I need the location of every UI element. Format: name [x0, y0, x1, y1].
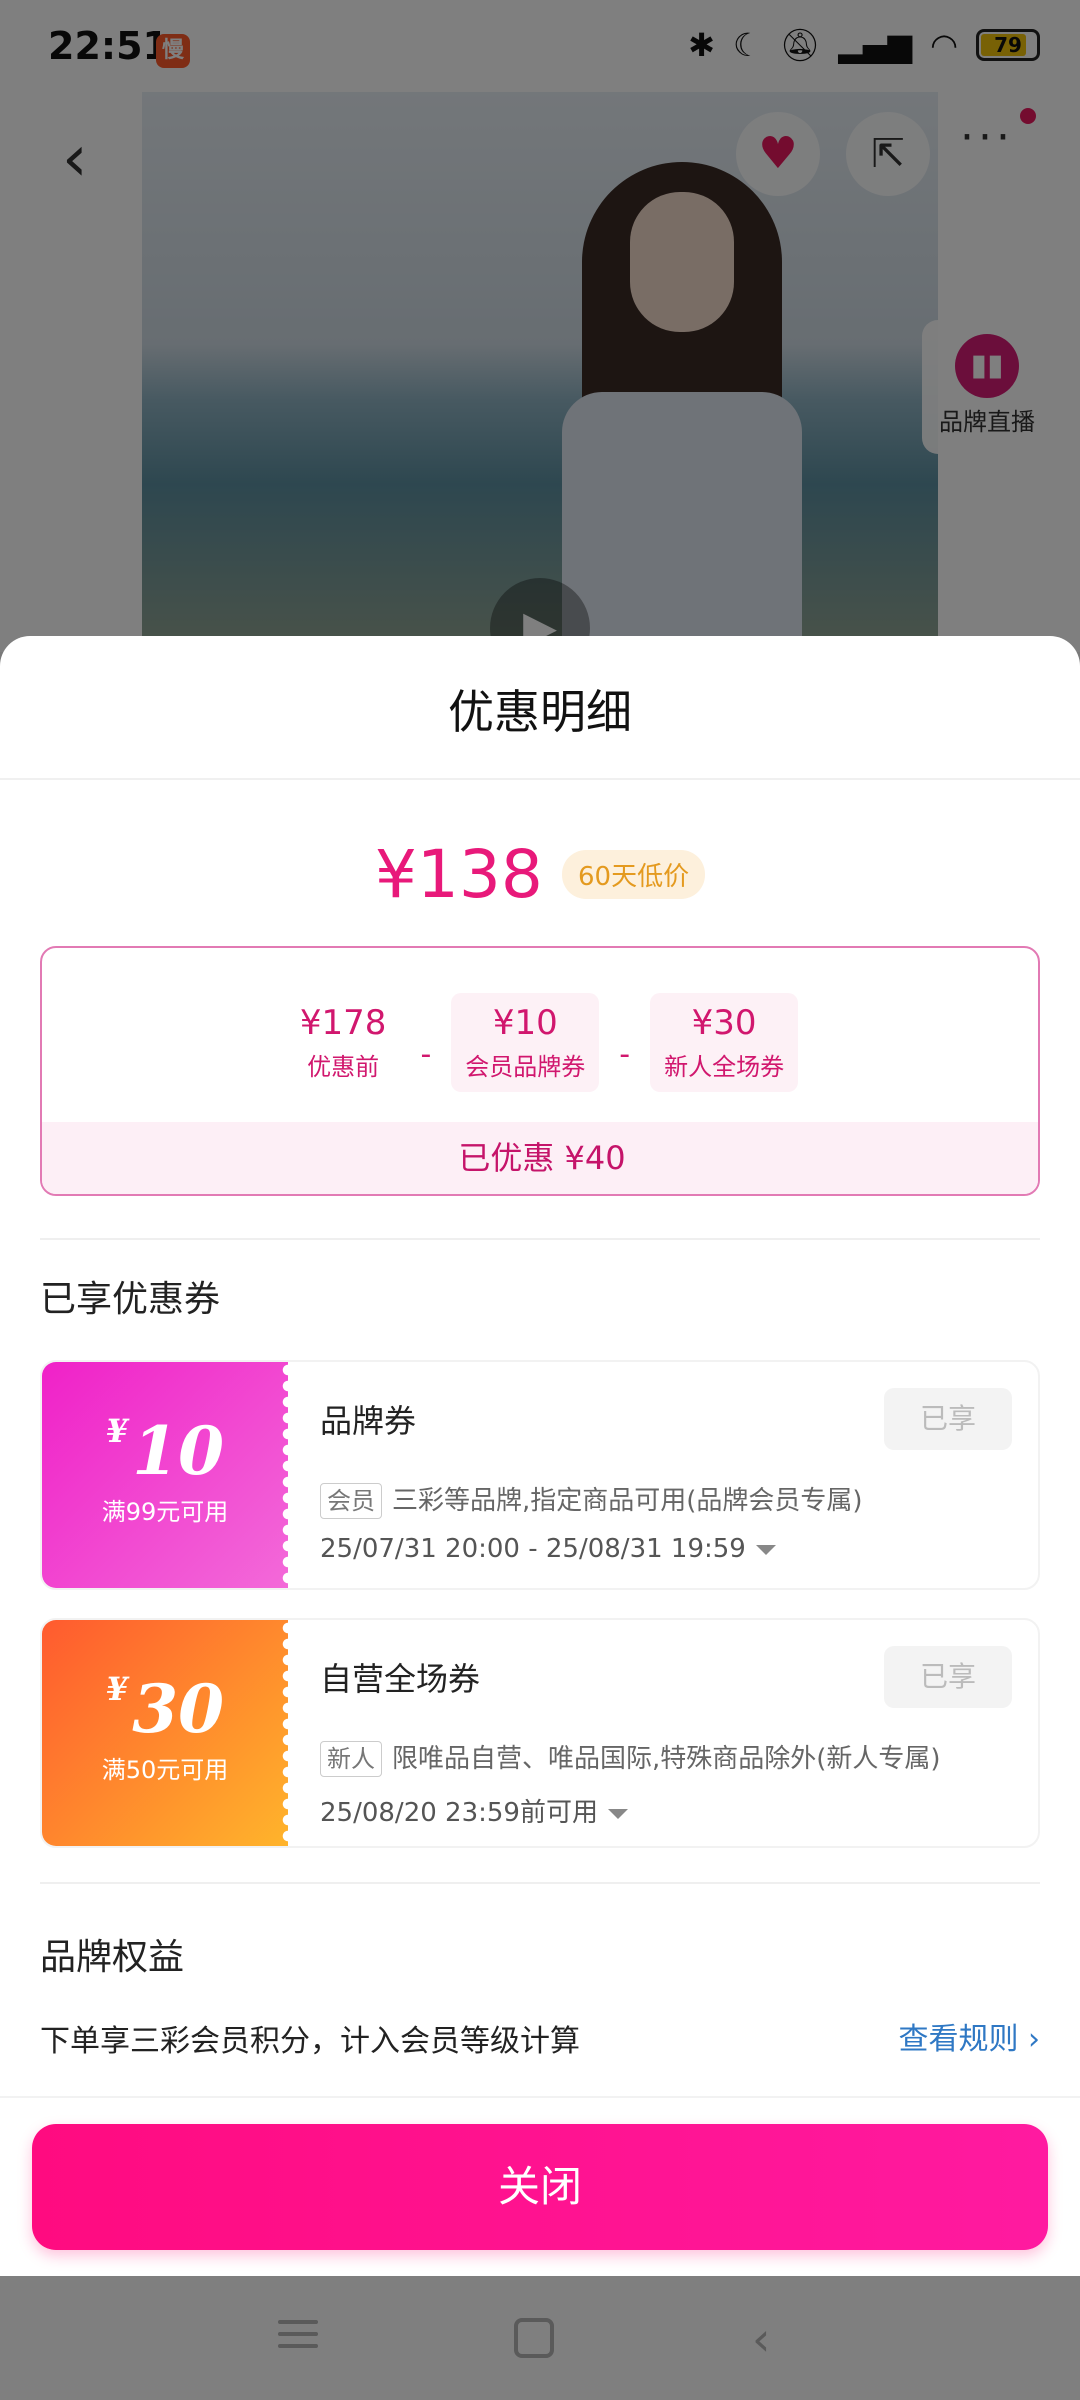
chevron-down-icon[interactable]	[607, 1808, 628, 1819]
member-coupon-item: ¥10 会员品牌券	[451, 992, 600, 1092]
view-rules-link[interactable]: 查看规则 ›	[898, 2014, 1040, 2058]
close-button[interactable]: 关闭	[32, 2124, 1048, 2250]
brand-rights-heading: 品牌权益	[40, 1937, 185, 1978]
coupons-heading: 已享优惠券	[40, 1279, 221, 1320]
coupon-condition: 满50元可用	[101, 1756, 229, 1784]
minus-sign: -	[420, 1036, 432, 1072]
original-amount: ¥178	[299, 1002, 387, 1043]
chevron-right-icon: ›	[1028, 2022, 1040, 2057]
member-coupon-amount: ¥10	[492, 1002, 558, 1043]
coupon-value: ¥10	[105, 1412, 225, 1490]
price-breakdown-card: ¥178 优惠前 - ¥10 会员品牌券 - ¥30 新人全场券 已优惠 ¥40	[40, 946, 1040, 1196]
final-price: ¥138	[374, 836, 543, 913]
recents-icon[interactable]	[278, 2312, 318, 2367]
member-coupon-label: 会员品牌券	[465, 1052, 586, 1081]
breakdown-row: ¥178 优惠前 - ¥10 会员品牌券 - ¥30 新人全场券	[42, 982, 1038, 1102]
member-chip: 会员	[320, 1483, 382, 1519]
coupon-card[interactable]: ¥10 满99元可用 品牌券 已享 会员 三彩等品牌,指定商品可用(品牌会员专属)…	[40, 1360, 1040, 1590]
home-icon[interactable]	[514, 2312, 554, 2369]
divider	[0, 778, 1080, 780]
coupon-description: 会员 三彩等品牌,指定商品可用(品牌会员专属)	[320, 1480, 863, 1519]
newcomer-chip: 新人	[320, 1741, 382, 1777]
coupon-name: 自营全场券	[320, 1660, 481, 1698]
coupon-condition: 满99元可用	[101, 1498, 229, 1526]
divider	[40, 1882, 1040, 1884]
low-price-badge: 60天低价	[561, 850, 706, 899]
final-price-row: ¥138 60天低价	[0, 836, 1080, 913]
coupon-value-stub: ¥10 满99元可用	[42, 1362, 294, 1588]
divider	[0, 2096, 1080, 2098]
coupon-value-stub: ¥30 满50元可用	[42, 1620, 294, 1846]
coupon-value: ¥30	[105, 1670, 225, 1748]
back-nav-icon[interactable]: ‹	[752, 2312, 770, 2366]
coupon-card[interactable]: ¥30 满50元可用 自营全场券 已享 新人 限唯品自营、唯品国际,特殊商品除外(…	[40, 1618, 1040, 1848]
original-price-item: ¥178 优惠前	[286, 993, 401, 1092]
brand-rights-text: 下单享三彩会员积分，计入会员等级计算	[40, 2024, 580, 2059]
sheet-title: 优惠明细	[448, 685, 632, 739]
coupon-validity[interactable]: 25/07/31 20:00 - 25/08/31 19:59	[320, 1534, 776, 1564]
chevron-down-icon[interactable]	[755, 1544, 776, 1555]
coupon-status-button[interactable]: 已享	[884, 1646, 1012, 1708]
newcomer-coupon-item: ¥30 新人全场券	[650, 992, 799, 1092]
total-saved-bar: 已优惠 ¥40	[42, 1122, 1038, 1194]
coupon-status-button[interactable]: 已享	[884, 1388, 1012, 1450]
divider	[40, 1238, 1040, 1240]
discount-detail-sheet: 优惠明细 ¥138 60天低价 ¥178 优惠前 - ¥10 会员品牌券 - ¥…	[0, 636, 1080, 2276]
newcomer-coupon-amount: ¥30	[691, 1002, 757, 1043]
coupon-validity[interactable]: 25/08/20 23:59前可用	[320, 1792, 628, 1829]
coupon-name: 品牌券	[320, 1402, 417, 1440]
total-saved: 已优惠 ¥40	[458, 1139, 626, 1177]
system-nav-bar: ‹	[0, 2276, 1080, 2400]
minus-sign: -	[619, 1036, 631, 1072]
original-label: 优惠前	[307, 1052, 380, 1081]
newcomer-coupon-label: 新人全场券	[664, 1052, 785, 1081]
coupon-description: 新人 限唯品自营、唯品国际,特殊商品除外(新人专属)	[320, 1738, 941, 1777]
